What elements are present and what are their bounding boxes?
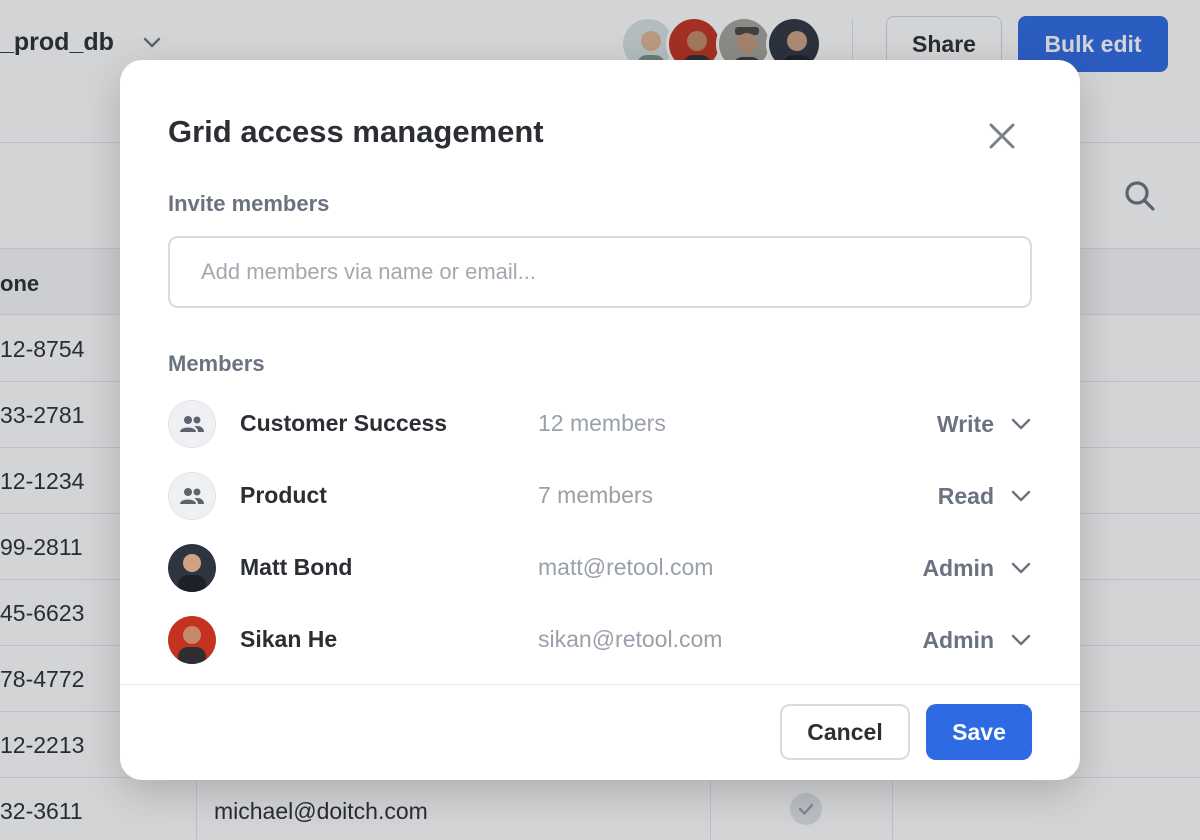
member-name: Matt Bond [240, 554, 353, 580]
role-select[interactable]: Write [937, 404, 1032, 444]
member-name: Product [240, 482, 327, 508]
role-select[interactable]: Admin [922, 620, 1032, 660]
grid-access-modal: Grid access management Invite members Me… [120, 60, 1080, 780]
member-email: matt@retool.com [538, 554, 714, 580]
close-button[interactable] [982, 116, 1022, 156]
chevron-down-icon [1011, 490, 1031, 502]
member-name: Sikan He [240, 626, 338, 652]
cancel-button[interactable]: Cancel [780, 704, 910, 760]
member-email: sikan@retool.com [538, 626, 723, 652]
role-select[interactable]: Admin [922, 548, 1032, 588]
save-button[interactable]: Save [926, 704, 1032, 760]
role-label: Read [937, 482, 994, 509]
members-label: Members [168, 351, 265, 376]
member-detail: 7 members [538, 482, 654, 508]
role-label: Write [936, 410, 994, 437]
member-row: Matt Bond matt@retool.com Admin [168, 540, 1032, 596]
modal-title: Grid access management [168, 114, 544, 149]
avatar [168, 544, 216, 592]
member-row: Sikan He sikan@retool.com Admin [168, 612, 1032, 668]
footer-divider [120, 684, 1080, 685]
member-name: Customer Success [240, 410, 448, 436]
group-icon [180, 416, 204, 432]
member-detail: 12 members [538, 410, 666, 436]
avatar [168, 616, 216, 664]
invite-members-label: Invite members [168, 191, 330, 216]
member-row: Customer Success 12 members Write [168, 396, 1032, 452]
group-avatar [168, 400, 216, 448]
role-select[interactable]: Read [938, 476, 1032, 516]
invite-members-input[interactable] [168, 236, 1032, 308]
role-label: Admin [922, 626, 994, 653]
chevron-down-icon [1011, 562, 1031, 574]
role-label: Admin [922, 554, 994, 581]
group-avatar [168, 472, 216, 520]
chevron-down-icon [1011, 634, 1031, 646]
close-icon[interactable] [988, 122, 1016, 150]
member-row: Product 7 members Read [168, 468, 1032, 524]
chevron-down-icon [1011, 418, 1031, 430]
group-icon [180, 488, 204, 504]
